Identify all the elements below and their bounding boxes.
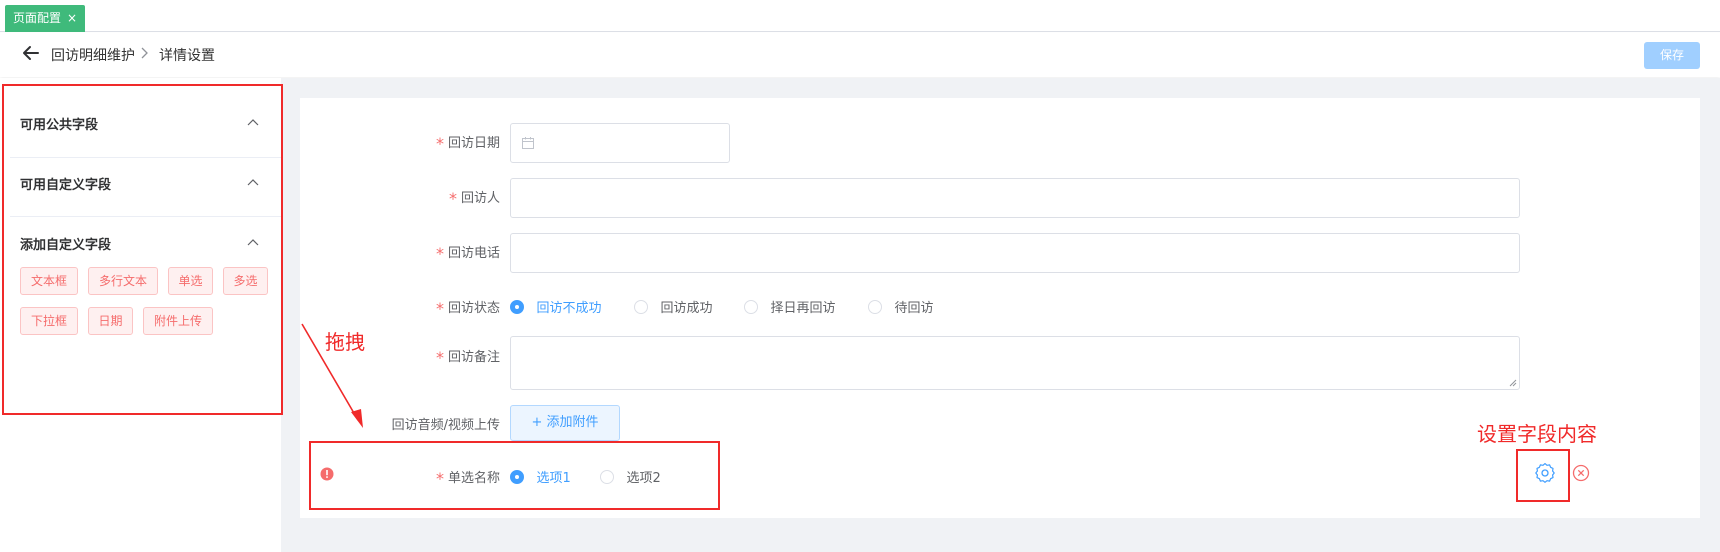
resize-handle-icon[interactable] xyxy=(1509,379,1517,387)
required-mark: * xyxy=(435,299,444,318)
status-option-4[interactable]: 待回访 xyxy=(868,297,933,316)
breadcrumb-parent[interactable]: 回访明细维护 xyxy=(51,45,135,65)
label-text: 回访日期 xyxy=(447,136,500,151)
radio-unchecked[interactable] xyxy=(744,300,758,314)
field-label-phone: * 回访电话 xyxy=(380,242,500,263)
remark-textarea[interactable] xyxy=(510,336,1520,390)
label-text: 回访电话 xyxy=(447,246,500,261)
status-option-1[interactable]: 回访不成功 xyxy=(510,297,601,316)
annotation-drag: 拖拽 xyxy=(325,330,365,354)
add-attachment-button[interactable]: + 添加附件 xyxy=(510,405,620,441)
field-label-status: * 回访状态 xyxy=(380,297,500,318)
breadcrumb-current: 详情设置 xyxy=(159,48,215,64)
arrow-left-icon[interactable] xyxy=(20,42,42,64)
tab-page-config[interactable]: 页面配置 × xyxy=(5,5,86,32)
save-button[interactable]: 保存 xyxy=(1644,42,1700,69)
option-label: 回访成功 xyxy=(660,301,713,316)
remove-circle-icon[interactable] xyxy=(1572,464,1590,482)
label-text: 回访备注 xyxy=(447,350,500,365)
option-label: 回访不成功 xyxy=(536,301,602,316)
required-mark: * xyxy=(448,189,457,208)
tab-bar: 页面配置 × xyxy=(0,0,1720,32)
close-icon[interactable]: × xyxy=(67,11,77,25)
date-picker-input[interactable] xyxy=(510,123,730,163)
page-header: 回访明细维护 详情设置 保存 xyxy=(0,33,1720,77)
highlight-box-sidebar xyxy=(2,84,283,415)
required-mark: * xyxy=(435,348,444,367)
highlight-box-settings xyxy=(1516,449,1570,502)
field-label-visit-date: * 回访日期 xyxy=(380,132,500,153)
phone-input[interactable] xyxy=(510,233,1520,273)
label-text: 回访状态 xyxy=(447,301,500,316)
required-mark: * xyxy=(435,244,444,263)
radio-checked[interactable] xyxy=(510,300,524,314)
radio-unchecked[interactable] xyxy=(868,300,882,314)
option-label: 择日再回访 xyxy=(770,301,836,316)
visitor-input[interactable] xyxy=(510,178,1520,218)
chevron-right-icon xyxy=(141,47,148,59)
status-option-3[interactable]: 择日再回访 xyxy=(744,297,835,316)
option-label: 待回访 xyxy=(894,301,934,316)
status-option-2[interactable]: 回访成功 xyxy=(634,297,712,316)
highlight-box-dropped-field xyxy=(309,441,720,510)
required-mark: * xyxy=(435,134,444,153)
label-text: 回访人 xyxy=(460,191,500,206)
field-label-visitor: * 回访人 xyxy=(380,187,500,208)
radio-unchecked[interactable] xyxy=(634,300,648,314)
tab-label: 页面配置 xyxy=(13,11,62,25)
field-label-remark: * 回访备注 xyxy=(380,346,500,367)
calendar-icon xyxy=(522,137,534,149)
annotation-set-content: 设置字段内容 xyxy=(1477,422,1597,446)
